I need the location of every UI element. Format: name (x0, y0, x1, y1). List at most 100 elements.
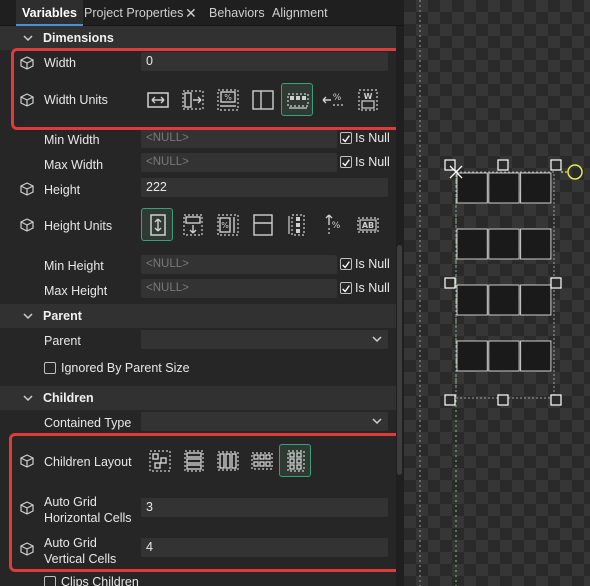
max-height-is-null-label: Is Null (355, 281, 390, 295)
width-input[interactable]: 0 (141, 52, 388, 71)
tab-project-properties[interactable]: Project Properties (78, 0, 189, 26)
child-cell[interactable] (488, 172, 520, 204)
max-width-is-null-label: Is Null (355, 155, 390, 169)
child-cell[interactable] (520, 284, 552, 316)
child-cell[interactable] (520, 228, 552, 260)
auto-grid-horizontal-button[interactable] (245, 444, 277, 477)
height-label: Height (44, 183, 81, 197)
resize-handle-left[interactable] (444, 277, 456, 289)
ignored-by-parent-checkbox[interactable] (44, 362, 56, 374)
auto-grid-horizontal-input[interactable]: 3 (141, 498, 388, 517)
auto-grid-vertical-label-line1: Auto Grid (44, 536, 97, 550)
auto-grid-vertical-button[interactable] (279, 444, 311, 477)
width-absolute-icon (147, 92, 169, 108)
auto-grid-horizontal-label-line1: Auto Grid (44, 495, 97, 509)
child-cell[interactable] (456, 340, 488, 372)
width-absolute-button[interactable] (141, 83, 173, 116)
children-layout-label: Children Layout (44, 455, 132, 469)
cube-icon (20, 218, 34, 232)
max-height-is-null-checkbox[interactable] (340, 282, 352, 294)
height-units-label: Height Units (44, 219, 113, 233)
max-width-input[interactable]: <NULL> (141, 153, 337, 172)
top-to-bottom-stack-button[interactable] (177, 444, 209, 477)
tab-variables[interactable]: Variables (16, 0, 83, 26)
resize-handle-right[interactable] (550, 277, 562, 289)
max-height-input[interactable]: <NULL> (141, 279, 337, 298)
width-relative-container-button[interactable] (176, 83, 208, 116)
chevron-down-icon (23, 395, 33, 402)
parent-dropdown[interactable] (141, 330, 388, 349)
parent-label: Parent (44, 334, 81, 348)
height-input[interactable]: 222 (141, 178, 388, 197)
rotation-handle-icon[interactable] (567, 164, 583, 180)
child-cell[interactable] (456, 228, 488, 260)
resize-handle-bottom-right[interactable] (550, 394, 562, 406)
regular-layout-button[interactable] (143, 444, 175, 477)
height-percent-container-button[interactable]: % (211, 208, 243, 241)
checkmark-icon (342, 261, 350, 269)
min-width-row: Min Width <NULL> Is Null (0, 128, 396, 150)
width-ratio-icon: W (358, 89, 378, 111)
contained-type-dropdown[interactable] (141, 412, 388, 431)
width-percent-other-button[interactable]: % (316, 83, 348, 116)
child-cell[interactable] (488, 284, 520, 316)
resize-handle-bottom[interactable] (497, 394, 509, 406)
ignored-by-parent-row: Ignored By Parent Size (0, 358, 396, 380)
resize-handle-top-right[interactable] (550, 159, 562, 171)
section-parent[interactable]: Parent (0, 304, 396, 328)
height-absolute-icon (150, 214, 166, 236)
min-height-is-null-checkbox[interactable] (340, 258, 352, 270)
child-cell[interactable] (488, 228, 520, 260)
height-relative-container-button[interactable] (176, 208, 208, 241)
scrollbar-thumb[interactable] (397, 245, 402, 475)
resize-handle-top-left[interactable] (444, 159, 456, 171)
width-percent-container-icon: % (217, 89, 239, 111)
left-to-right-stack-button[interactable] (211, 444, 243, 477)
resize-handle-top[interactable] (497, 159, 509, 171)
width-relative-children-button[interactable] (281, 83, 313, 116)
height-percent-other-button[interactable]: % (316, 208, 348, 241)
auto-grid-horizontal-icon (251, 452, 273, 470)
auto-grid-vertical-icon (287, 450, 305, 472)
child-cell[interactable] (456, 284, 488, 316)
min-height-input[interactable]: <NULL> (141, 255, 337, 274)
height-units-buttons: % % AB (141, 208, 381, 244)
section-title: Children (43, 391, 94, 405)
max-height-row: Max Height <NULL> Is Null (0, 279, 396, 301)
section-dimensions[interactable]: Dimensions (0, 26, 396, 50)
cube-icon (20, 454, 34, 468)
max-width-row: Max Width <NULL> Is Null (0, 153, 396, 175)
height-fill-icon (253, 214, 273, 236)
ignored-by-parent-label: Ignored By Parent Size (61, 361, 190, 375)
tab-alignment[interactable]: Alignment (266, 0, 334, 26)
clips-children-checkbox[interactable] (44, 576, 56, 586)
height-fill-button[interactable] (246, 208, 278, 241)
max-width-is-null-checkbox[interactable] (340, 156, 352, 168)
close-tab-icon[interactable]: ✕ (185, 0, 197, 27)
auto-grid-horizontal-row: Auto Grid Horizontal Cells 3 (0, 490, 396, 526)
chevron-down-icon (23, 35, 33, 42)
height-absolute-button[interactable] (141, 208, 173, 241)
child-cell[interactable] (520, 172, 552, 204)
min-width-is-null-checkbox[interactable] (340, 132, 352, 144)
width-percent-container-button[interactable]: % (211, 83, 243, 116)
children-layout-buttons (141, 444, 316, 480)
design-canvas[interactable] (404, 0, 590, 586)
checkmark-icon (342, 285, 350, 293)
width-fill-button[interactable] (246, 83, 278, 116)
width-fill-icon (252, 90, 274, 110)
section-children[interactable]: Children (0, 386, 396, 410)
auto-grid-vertical-input[interactable]: 4 (141, 538, 388, 557)
cube-icon (20, 501, 34, 515)
resize-handle-bottom-left[interactable] (444, 394, 456, 406)
tab-behaviors[interactable]: Behaviors (203, 0, 271, 26)
auto-grid-horizontal-label-line2: Horizontal Cells (44, 511, 132, 525)
svg-text:%: % (224, 93, 232, 102)
child-cell[interactable] (488, 340, 520, 372)
child-cell[interactable] (520, 340, 552, 372)
height-relative-children-button[interactable] (281, 208, 313, 241)
width-ratio-button[interactable]: W (351, 83, 383, 116)
section-title: Dimensions (43, 31, 114, 45)
height-ratio-button[interactable]: AB (351, 208, 383, 241)
min-width-input[interactable]: <NULL> (141, 129, 337, 148)
